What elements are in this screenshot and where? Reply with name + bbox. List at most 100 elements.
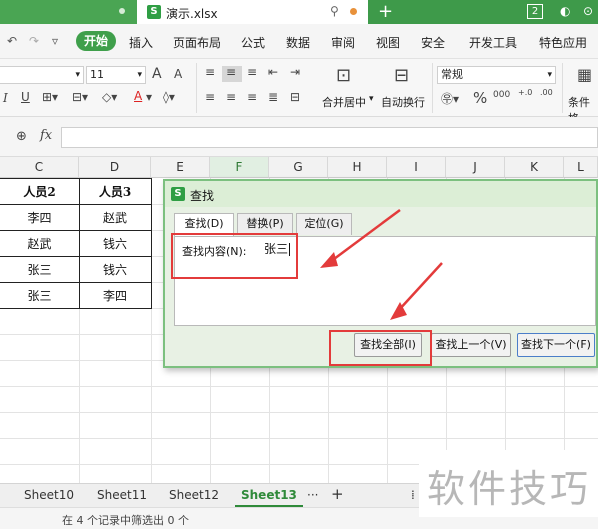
table-cell[interactable]: 钱六 <box>79 235 151 252</box>
sheet-tab-sheet11[interactable]: Sheet11 <box>97 488 147 502</box>
redo-icon[interactable]: ↷ <box>29 34 39 48</box>
column-header-d[interactable]: D <box>79 157 151 178</box>
distribute-icon[interactable]: ⊟ <box>290 90 300 104</box>
home-tab[interactable] <box>0 0 137 24</box>
merge-dropdown-icon[interactable]: ▾ <box>369 94 374 104</box>
sheet-tab-sheet12[interactable]: Sheet12 <box>169 488 219 502</box>
menu-review[interactable]: 审阅 <box>331 34 355 51</box>
merge-center-button[interactable]: 合并居中 <box>322 94 366 110</box>
currency-icon[interactable]: ㉾▾ <box>441 90 459 107</box>
column-header-e[interactable]: E <box>151 157 210 178</box>
align-top-icon[interactable]: ≡ <box>205 65 215 79</box>
menu-security[interactable]: 安全 <box>421 34 445 51</box>
column-header-k[interactable]: K <box>505 157 564 178</box>
undo-icon[interactable]: ↶ <box>7 34 17 48</box>
font-shrink-icon[interactable]: A <box>174 67 182 81</box>
wrap-text-button[interactable]: 自动换行 <box>381 94 425 110</box>
tab-replace[interactable]: 替换(P) <box>237 213 293 235</box>
column-header-f[interactable]: F <box>210 157 269 178</box>
menu-bar: ↶ ↷ ▿ 开始 插入 页面布局 公式 数据 审阅 视图 安全 开发工具 特色应… <box>0 24 598 59</box>
table-cell[interactable]: 钱六 <box>79 261 151 278</box>
title-bar: S 演示.xlsx ⚲ + 2 ◐ ⊙ <box>0 0 598 24</box>
find-next-button[interactable]: 查找下一个(F) <box>517 333 595 357</box>
fill-pattern-icon[interactable]: ⊟▾ <box>72 90 88 104</box>
dialog-title-bar[interactable]: S 查找 <box>165 181 596 207</box>
align-middle-icon[interactable]: ≡ <box>226 65 236 79</box>
indent-increase-icon[interactable]: ⇥ <box>290 65 300 79</box>
menu-special[interactable]: 特色应用 <box>539 34 587 51</box>
formula-input[interactable] <box>61 127 598 148</box>
italic-icon[interactable]: I <box>3 91 8 105</box>
window-count-badge[interactable]: 2 <box>527 4 543 19</box>
justify-icon[interactable]: ≣ <box>268 90 278 104</box>
indent-decrease-icon[interactable]: ⇤ <box>268 65 278 79</box>
align-right-icon[interactable]: ≡ <box>247 90 257 104</box>
column-header-i[interactable]: I <box>387 157 446 178</box>
filter-status-text: 在 4 个记录中筛选出 0 个 <box>62 514 189 527</box>
find-content-input[interactable]: 张三 <box>262 240 597 261</box>
fx-icon[interactable]: fx <box>40 128 52 143</box>
sheet-tab-sheet13[interactable]: Sheet13 <box>235 488 303 507</box>
align-left-icon[interactable]: ≡ <box>205 90 215 104</box>
column-header-j[interactable]: J <box>446 157 505 178</box>
scroll-handle-icon[interactable]: ⁞ <box>411 488 415 502</box>
wrap-text-icon[interactable]: ⊟ <box>394 65 409 86</box>
increase-decimal-icon[interactable]: +.0 <box>518 88 532 97</box>
table-cell[interactable]: 赵武 <box>79 209 151 226</box>
table-cell[interactable]: 张三 <box>0 287 79 304</box>
new-tab-icon[interactable]: + <box>378 1 393 22</box>
menu-insert[interactable]: 插入 <box>129 34 153 51</box>
find-previous-button[interactable]: 查找上一个(V) <box>431 333 511 357</box>
menu-page-layout[interactable]: 页面布局 <box>173 34 221 51</box>
decrease-decimal-icon[interactable]: .00 <box>540 88 553 97</box>
merge-center-icon[interactable]: ⊡ <box>336 65 351 86</box>
menu-formulas[interactable]: 公式 <box>241 34 265 51</box>
sheet-tab-sheet10[interactable]: Sheet10 <box>24 488 74 502</box>
fill-color-icon[interactable]: ◇▾ <box>102 90 117 104</box>
table-cell[interactable]: 张三 <box>0 261 79 278</box>
tab-goto[interactable]: 定位(G) <box>296 213 352 235</box>
table-cell[interactable]: 赵武 <box>0 235 79 252</box>
font-size-value: 11 <box>90 68 104 81</box>
menu-data[interactable]: 数据 <box>286 34 310 51</box>
percent-icon[interactable]: % <box>473 89 487 107</box>
menu-developer[interactable]: 开发工具 <box>469 34 517 51</box>
column-header-g[interactable]: G <box>269 157 328 178</box>
border-icon[interactable]: ⊞▾ <box>42 90 58 104</box>
table-header-cell[interactable]: 人员3 <box>79 183 151 200</box>
align-bottom-icon[interactable]: ≡ <box>247 65 257 79</box>
skin-icon[interactable]: ◐ <box>560 4 570 18</box>
highlight-box-find-field <box>171 233 298 279</box>
conditional-format-icon[interactable]: ▦ <box>577 65 592 84</box>
document-tab[interactable]: S 演示.xlsx ⚲ <box>137 0 368 24</box>
table-cell[interactable]: 李四 <box>79 287 151 304</box>
underline-icon[interactable]: U <box>21 90 30 104</box>
clear-format-icon[interactable]: ◊▾ <box>163 90 175 104</box>
chevron-down-icon: ▾ <box>547 70 552 80</box>
menu-view[interactable]: 视图 <box>376 34 400 51</box>
more-sheets-icon[interactable]: ··· <box>307 488 318 502</box>
thousands-icon[interactable]: 000 <box>493 90 510 100</box>
number-format-select[interactable]: 常规 ▾ <box>437 66 556 84</box>
modified-indicator-icon[interactable] <box>350 8 357 15</box>
menu-start[interactable]: 开始 <box>76 31 116 51</box>
table-header-cell[interactable]: 人员2 <box>0 183 79 200</box>
font-name-select[interactable]: ▾ <box>0 66 84 84</box>
column-header-c[interactable]: C <box>0 157 79 178</box>
align-center-icon[interactable]: ≡ <box>226 90 236 104</box>
pin-icon[interactable]: ⚲ <box>330 4 339 18</box>
font-color-icon[interactable]: A <box>134 89 142 103</box>
column-header-h[interactable]: H <box>328 157 387 178</box>
table-cell[interactable]: 李四 <box>0 209 79 226</box>
add-sheet-icon[interactable]: + <box>331 485 344 503</box>
zoom-icon[interactable]: ⊕ <box>16 129 27 144</box>
font-color-dropdown-icon[interactable]: ▾ <box>146 90 152 104</box>
spreadsheet-icon: S <box>171 187 185 201</box>
quick-access-dropdown-icon[interactable]: ▿ <box>52 34 58 48</box>
account-icon[interactable]: ⊙ <box>583 4 593 18</box>
column-header-l[interactable]: L <box>564 157 598 178</box>
font-size-select[interactable]: 11 ▾ <box>86 66 146 84</box>
table-border <box>0 230 152 231</box>
font-grow-icon[interactable]: A <box>152 66 162 82</box>
close-dot-icon[interactable] <box>119 8 125 14</box>
